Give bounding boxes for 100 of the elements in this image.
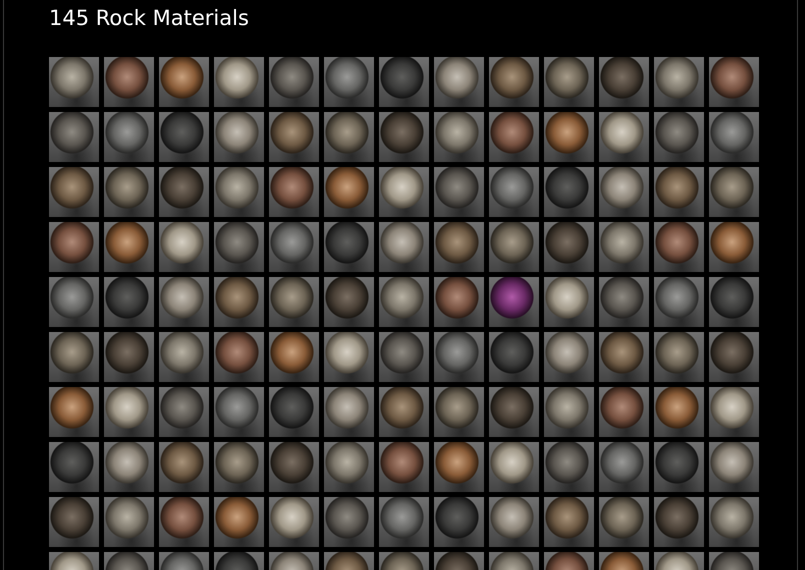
sphere-thumbnail xyxy=(489,332,539,382)
sphere-thumbnail xyxy=(654,387,704,437)
sphere-thumbnail xyxy=(269,387,319,437)
sphere-thumbnail xyxy=(324,387,374,437)
sphere-thumbnail xyxy=(544,112,594,162)
sphere-thumbnail xyxy=(544,277,594,327)
sphere-thumbnail xyxy=(269,277,319,327)
sphere-thumbnail xyxy=(599,497,649,547)
sphere-thumbnail xyxy=(104,442,154,492)
sphere-thumbnail xyxy=(709,112,759,162)
sphere-thumbnail xyxy=(324,277,374,327)
sphere-thumbnail xyxy=(324,112,374,162)
sphere-thumbnail xyxy=(269,442,319,492)
sphere-thumbnail xyxy=(214,387,264,437)
sphere-thumbnail xyxy=(434,497,484,547)
sphere-thumbnail xyxy=(434,112,484,162)
sphere-thumbnail xyxy=(49,497,99,547)
sphere-thumbnail xyxy=(214,442,264,492)
sphere-thumbnail xyxy=(214,332,264,382)
sphere-thumbnail xyxy=(434,277,484,327)
sphere-thumbnail xyxy=(49,442,99,492)
sphere-thumbnail xyxy=(324,332,374,382)
sphere-thumbnail xyxy=(599,57,649,107)
sphere-thumbnail xyxy=(159,112,209,162)
sphere-thumbnail xyxy=(324,442,374,492)
sphere-thumbnail xyxy=(654,332,704,382)
sphere-thumbnail xyxy=(709,387,759,437)
sphere-thumbnail xyxy=(544,387,594,437)
sphere-thumbnail xyxy=(544,332,594,382)
sphere-thumbnail xyxy=(104,57,154,107)
sphere-thumbnail xyxy=(654,57,704,107)
sphere-thumbnail xyxy=(599,167,649,217)
sphere-thumbnail xyxy=(434,387,484,437)
sphere-thumbnail xyxy=(324,57,374,107)
sphere-thumbnail xyxy=(104,167,154,217)
sphere-thumbnail xyxy=(214,167,264,217)
sphere-thumbnail xyxy=(49,112,99,162)
sphere-thumbnail xyxy=(104,222,154,272)
sphere-thumbnail xyxy=(709,57,759,107)
sphere-thumbnail xyxy=(49,277,99,327)
sphere-thumbnail xyxy=(434,442,484,492)
sphere-thumbnail xyxy=(599,442,649,492)
sphere-thumbnail xyxy=(379,167,429,217)
sphere-thumbnail xyxy=(379,497,429,547)
sphere-thumbnail xyxy=(159,277,209,327)
sphere-thumbnail xyxy=(489,387,539,437)
sphere-thumbnail xyxy=(489,222,539,272)
sphere-thumbnail xyxy=(654,222,704,272)
sphere-thumbnail xyxy=(544,222,594,272)
sphere-thumbnail xyxy=(379,57,429,107)
sphere-thumbnail xyxy=(324,497,374,547)
sphere-thumbnail xyxy=(269,332,319,382)
sphere-thumbnail xyxy=(654,442,704,492)
sphere-thumbnail xyxy=(379,112,429,162)
sphere-thumbnail xyxy=(379,222,429,272)
sphere-thumbnail xyxy=(599,277,649,327)
sphere-thumbnail xyxy=(489,442,539,492)
sphere-thumbnail xyxy=(49,57,99,107)
sphere-thumbnail xyxy=(49,222,99,272)
sphere-thumbnail xyxy=(709,277,759,327)
sphere-thumbnail xyxy=(214,112,264,162)
sphere-thumbnail xyxy=(489,112,539,162)
sphere-thumbnail xyxy=(709,442,759,492)
sphere-thumbnail xyxy=(379,387,429,437)
sphere-thumbnail xyxy=(654,167,704,217)
sphere-thumbnail xyxy=(544,57,594,107)
sphere-thumbnail xyxy=(379,277,429,327)
sphere-thumbnail xyxy=(324,167,374,217)
sphere-thumbnail xyxy=(654,112,704,162)
sphere-thumbnail xyxy=(159,442,209,492)
sphere-thumbnail xyxy=(544,497,594,547)
sphere-thumbnail xyxy=(214,277,264,327)
sphere-thumbnail xyxy=(654,277,704,327)
sphere-thumbnail xyxy=(159,167,209,217)
sphere-thumbnail xyxy=(709,167,759,217)
sphere-thumbnail xyxy=(214,222,264,272)
sphere-thumbnail xyxy=(269,497,319,547)
sphere-thumbnail xyxy=(434,332,484,382)
sphere-thumbnail xyxy=(269,222,319,272)
sphere-thumbnail xyxy=(159,497,209,547)
sphere-thumbnail xyxy=(654,497,704,547)
sphere-thumbnail xyxy=(489,277,539,327)
page-title: 145 Rock Materials xyxy=(49,5,249,32)
sphere-thumbnail xyxy=(269,167,319,217)
sphere-thumbnail xyxy=(489,497,539,547)
sphere-thumbnail xyxy=(434,222,484,272)
sphere-thumbnail xyxy=(599,222,649,272)
sphere-thumbnail xyxy=(104,277,154,327)
sphere-thumbnail xyxy=(599,332,649,382)
sphere-thumbnail xyxy=(159,222,209,272)
sphere-thumbnail xyxy=(104,497,154,547)
sphere-thumbnail xyxy=(599,112,649,162)
sphere-thumbnail xyxy=(49,387,99,437)
sphere-thumbnail xyxy=(544,167,594,217)
sphere-thumbnail xyxy=(159,332,209,382)
sphere-thumbnail xyxy=(49,167,99,217)
sphere-thumbnail xyxy=(104,112,154,162)
sphere-thumbnail xyxy=(489,57,539,107)
sphere-thumbnail xyxy=(49,332,99,382)
sphere-thumbnail xyxy=(489,167,539,217)
